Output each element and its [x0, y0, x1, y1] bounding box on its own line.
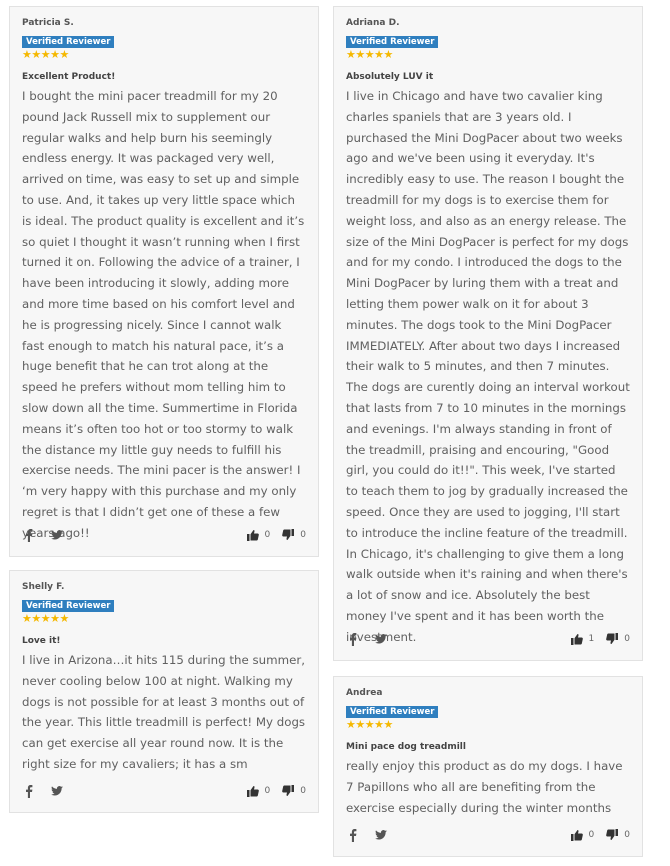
twitter-share-icon[interactable] [50, 528, 64, 542]
verified-badge: Verified Reviewer [346, 36, 439, 48]
helpful-votes: 0 0 [246, 785, 306, 797]
thumbs-up-count: 1 [588, 634, 595, 644]
review-card: Patricia S. Verified Reviewer ★★★★★ Exce… [9, 6, 319, 557]
star-rating: ★★★★★ [22, 48, 69, 61]
facebook-share-icon[interactable] [346, 828, 360, 842]
review-title: Love it! [22, 636, 61, 646]
review-body: really enjoy this product as do my dogs.… [346, 759, 623, 815]
twitter-share-icon[interactable] [374, 632, 388, 646]
review-footer: 0 0 [22, 784, 306, 802]
reviewer-name: Shelly F. [22, 582, 65, 592]
reviewer-name: Patricia S. [22, 18, 74, 28]
thumbs-up-icon[interactable] [570, 829, 583, 841]
thumbs-down-count: 0 [624, 830, 630, 840]
review-card: Shelly F. Verified Reviewer ★★★★★ Love i… [9, 570, 319, 813]
twitter-share-icon[interactable] [374, 828, 388, 842]
star-rating: ★★★★★ [346, 718, 393, 731]
verified-badge: Verified Reviewer [22, 600, 115, 612]
thumbs-down-count: 0 [300, 530, 306, 540]
review-body: I bought the mini pacer treadmill for my… [22, 89, 305, 540]
review-title: Mini pace dog treadmill [346, 742, 466, 752]
helpful-votes: 0 0 [246, 529, 306, 541]
verified-badge: Verified Reviewer [22, 36, 115, 48]
review-title: Absolutely LUV it [346, 72, 434, 82]
review-footer: 0 0 [22, 528, 306, 546]
verified-badge: Verified Reviewer [346, 706, 439, 718]
star-rating: ★★★★★ [346, 48, 393, 61]
facebook-share-icon[interactable] [22, 784, 36, 798]
thumbs-up-icon[interactable] [246, 785, 259, 797]
thumbs-down-icon[interactable] [282, 529, 295, 541]
review-title: Excellent Product! [22, 72, 116, 82]
helpful-votes: 0 0 [570, 829, 630, 841]
thumbs-down-icon[interactable] [606, 633, 619, 645]
reviewer-name: Andrea [346, 688, 383, 698]
review-body: I live in Arizona…it hits 115 during the… [22, 653, 306, 771]
thumbs-up-icon[interactable] [570, 633, 583, 645]
thumbs-up-count: 0 [588, 830, 595, 840]
thumbs-up-count: 0 [264, 786, 271, 796]
twitter-share-icon[interactable] [50, 784, 64, 798]
star-rating: ★★★★★ [22, 612, 69, 625]
helpful-votes: 1 0 [570, 633, 630, 645]
review-body: I live in Chicago and have two cavalier … [346, 89, 630, 644]
thumbs-down-count: 0 [624, 634, 630, 644]
reviewer-name: Adriana D. [346, 18, 400, 28]
review-footer: 0 0 [346, 828, 630, 846]
review-footer: 1 0 [346, 632, 630, 650]
thumbs-up-count: 0 [264, 530, 271, 540]
thumbs-down-count: 0 [300, 786, 306, 796]
review-card: Andrea Verified Reviewer ★★★★★ Mini pace… [333, 676, 643, 857]
facebook-share-icon[interactable] [346, 632, 360, 646]
thumbs-down-icon[interactable] [606, 829, 619, 841]
thumbs-down-icon[interactable] [282, 785, 295, 797]
review-card: Adriana D. Verified Reviewer ★★★★★ Absol… [333, 6, 643, 661]
facebook-share-icon[interactable] [22, 528, 36, 542]
thumbs-up-icon[interactable] [246, 529, 259, 541]
